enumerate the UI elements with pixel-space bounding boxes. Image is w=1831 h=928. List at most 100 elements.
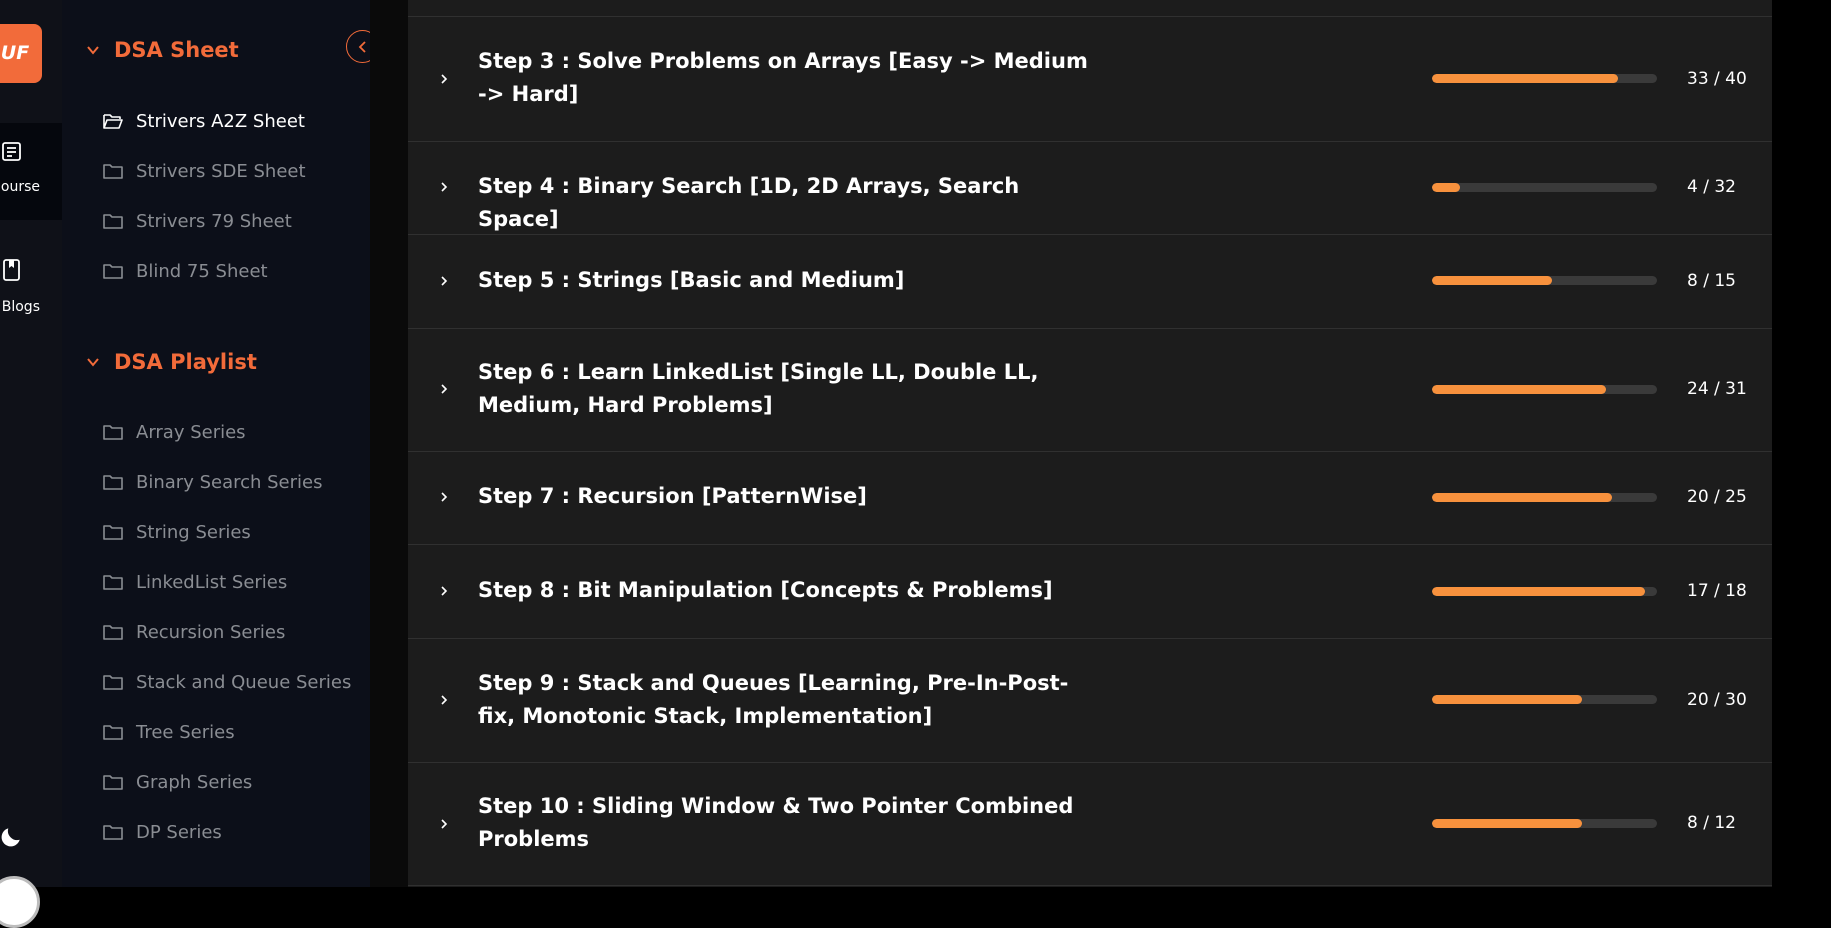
page-margin bbox=[1772, 0, 1831, 887]
step-row[interactable]: Step 6 : Learn LinkedList [Single LL, Do… bbox=[408, 329, 1772, 451]
folder-icon bbox=[103, 164, 123, 179]
step-title: Step 8 : Bit Manipulation [Concepts & Pr… bbox=[478, 578, 1053, 602]
sidebar-item-graph-series[interactable]: Graph Series bbox=[103, 767, 252, 797]
progress-fill bbox=[1432, 183, 1461, 192]
progress-count: 33 / 40 bbox=[1687, 69, 1747, 89]
sidebar-item-label: Array Series bbox=[136, 421, 246, 443]
chevron-right-icon bbox=[441, 384, 448, 394]
divider bbox=[408, 885, 1772, 886]
sidebar-item-array-series[interactable]: Array Series bbox=[103, 417, 246, 447]
step-row[interactable]: Step 8 : Bit Manipulation [Concepts & Pr… bbox=[408, 545, 1772, 638]
chevron-left-icon bbox=[358, 40, 366, 53]
step-row[interactable]: Step 5 : Strings [Basic and Medium] 8 / … bbox=[408, 235, 1772, 328]
steps-list: Step 3 : Solve Problems on Arrays [Easy … bbox=[408, 0, 1772, 887]
section-dsa-sheet[interactable]: DSA Sheet bbox=[86, 35, 239, 65]
folder-icon bbox=[103, 575, 123, 590]
progress-fill bbox=[1432, 695, 1582, 704]
sidebar-item-string-series[interactable]: String Series bbox=[103, 517, 251, 547]
sidebar-item-tree-series[interactable]: Tree Series bbox=[103, 717, 235, 747]
progress-bar bbox=[1432, 74, 1657, 83]
folder-icon bbox=[103, 525, 123, 540]
step-title: Step 5 : Strings [Basic and Medium] bbox=[478, 268, 905, 292]
section-title: DSA Playlist bbox=[114, 350, 257, 374]
logo[interactable]: UF bbox=[0, 24, 42, 83]
progress-bar bbox=[1432, 493, 1657, 502]
progress-fill bbox=[1432, 276, 1552, 285]
folder-icon bbox=[103, 825, 123, 840]
icon-rail: UF ourse Blogs bbox=[0, 0, 62, 928]
course-icon bbox=[2, 142, 21, 161]
section-dsa-playlist[interactable]: DSA Playlist bbox=[86, 347, 257, 377]
sidebar-item-label: Blind 75 Sheet bbox=[136, 260, 268, 282]
progress-count: 20 / 25 bbox=[1687, 487, 1747, 507]
rail-item-label: ourse bbox=[0, 179, 40, 195]
sidebar-item-strivers-a2z-sheet[interactable]: Strivers A2Z Sheet bbox=[103, 106, 305, 136]
sidebar-item-stack-and-queue-series[interactable]: Stack and Queue Series bbox=[103, 667, 351, 697]
folder-icon bbox=[103, 475, 123, 490]
progress-bar bbox=[1432, 819, 1657, 828]
progress-bar bbox=[1432, 183, 1657, 192]
chevron-right-icon bbox=[441, 276, 448, 286]
progress-bar bbox=[1432, 695, 1657, 704]
sidebar-item-label: Strivers 79 Sheet bbox=[136, 210, 292, 232]
folder-open-icon bbox=[103, 114, 123, 129]
progress-fill bbox=[1432, 74, 1618, 83]
sidebar-item-recursion-series[interactable]: Recursion Series bbox=[103, 617, 285, 647]
folder-icon bbox=[103, 214, 123, 229]
sidebar-item-linkedlist-series[interactable]: LinkedList Series bbox=[103, 567, 287, 597]
chevron-down-icon bbox=[87, 358, 99, 367]
sidebar-item-label: Graph Series bbox=[136, 771, 253, 793]
progress-count: 20 / 30 bbox=[1687, 690, 1747, 710]
sidebar-item-label: String Series bbox=[136, 521, 251, 543]
sidebar-item-label: DP Series bbox=[136, 821, 222, 843]
step-row[interactable]: Step 7 : Recursion [PatternWise] 20 / 25 bbox=[408, 452, 1772, 544]
progress-fill bbox=[1432, 819, 1582, 828]
sidebar-item-label: Strivers A2Z Sheet bbox=[136, 110, 305, 132]
chevron-right-icon bbox=[441, 819, 448, 829]
chevron-right-icon bbox=[441, 586, 448, 596]
sidebar-item-strivers-79-sheet[interactable]: Strivers 79 Sheet bbox=[103, 206, 292, 236]
chevron-right-icon bbox=[441, 182, 448, 192]
sidebar-item-label: Binary Search Series bbox=[136, 471, 323, 493]
sidebar-item-label: Recursion Series bbox=[136, 621, 286, 643]
chevron-right-icon bbox=[441, 492, 448, 502]
step-title: Step 7 : Recursion [PatternWise] bbox=[478, 484, 867, 508]
sidebar-item-label: Strivers SDE Sheet bbox=[136, 160, 306, 182]
step-row[interactable]: Step 4 : Binary Search [1D, 2D Arrays, S… bbox=[408, 142, 1772, 234]
chevron-down-icon bbox=[87, 46, 99, 55]
folder-icon bbox=[103, 725, 123, 740]
moon-icon[interactable] bbox=[0, 824, 24, 850]
sidebar-item-strivers-sde-sheet[interactable]: Strivers SDE Sheet bbox=[103, 156, 306, 186]
step-row[interactable]: Step 9 : Stack and Queues [Learning, Pre… bbox=[408, 639, 1772, 762]
gutter bbox=[370, 0, 408, 887]
folder-icon bbox=[103, 425, 123, 440]
step-title: Step 10 : Sliding Window & Two Pointer C… bbox=[478, 794, 1074, 851]
step-row[interactable]: Step 3 : Solve Problems on Arrays [Easy … bbox=[408, 17, 1772, 141]
bookmark-icon bbox=[3, 259, 20, 281]
chevron-right-icon bbox=[441, 695, 448, 705]
folder-icon bbox=[103, 264, 123, 279]
chevron-right-icon bbox=[441, 74, 448, 84]
progress-count: 24 / 31 bbox=[1687, 379, 1747, 399]
rail-item-course[interactable]: ourse bbox=[0, 123, 62, 220]
progress-bar bbox=[1432, 587, 1657, 596]
avatar[interactable] bbox=[0, 876, 40, 928]
progress-count: 8 / 15 bbox=[1687, 271, 1736, 291]
rail-item-blogs[interactable]: Blogs bbox=[0, 250, 62, 330]
folder-icon bbox=[103, 675, 123, 690]
rail-item-label: Blogs bbox=[1, 299, 40, 315]
sidebar-item-blind-75-sheet[interactable]: Blind 75 Sheet bbox=[103, 256, 268, 286]
progress-fill bbox=[1432, 587, 1645, 596]
sidebar-item-dp-series[interactable]: DP Series bbox=[103, 817, 222, 847]
sidebar-item-binary-search-series[interactable]: Binary Search Series bbox=[103, 467, 322, 497]
progress-count: 4 / 32 bbox=[1687, 177, 1736, 197]
progress-fill bbox=[1432, 385, 1607, 394]
step-title: Step 6 : Learn LinkedList [Single LL, Do… bbox=[478, 360, 1039, 417]
progress-bar bbox=[1432, 276, 1657, 285]
folder-icon bbox=[103, 775, 123, 790]
sidebar-item-label: LinkedList Series bbox=[136, 571, 288, 593]
step-title: Step 9 : Stack and Queues [Learning, Pre… bbox=[478, 671, 1069, 728]
progress-count: 8 / 12 bbox=[1687, 813, 1736, 833]
step-row[interactable]: Step 10 : Sliding Window & Two Pointer C… bbox=[408, 763, 1772, 885]
section-title: DSA Sheet bbox=[114, 38, 239, 62]
